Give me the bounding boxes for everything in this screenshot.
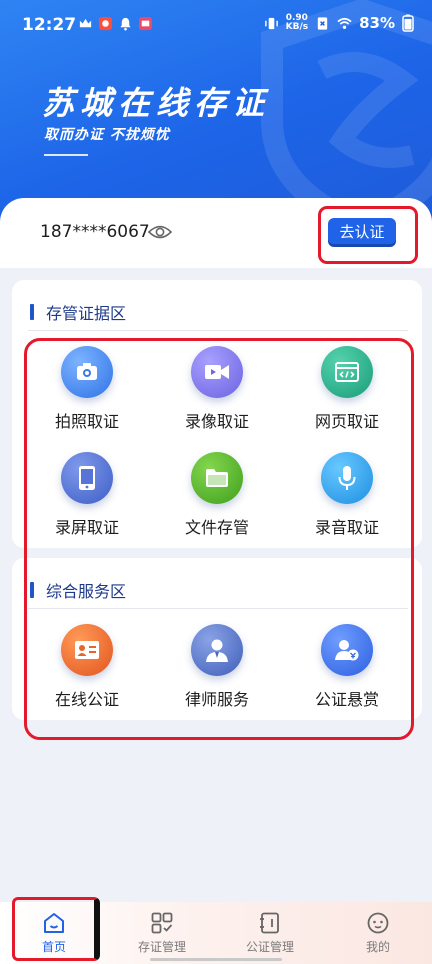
- masked-phone-number: 187****6067: [40, 222, 150, 242]
- nav-item-mine[interactable]: 我的: [324, 902, 432, 964]
- smiley-icon: [367, 912, 389, 934]
- bell-icon: [120, 17, 131, 31]
- network-speed: 0.90 KB/s: [286, 14, 308, 32]
- highlight-box-function-grid: [24, 338, 414, 740]
- highlight-box-verify: [318, 206, 418, 264]
- title-underline: [44, 154, 88, 156]
- app-title: 苏城在线存证: [42, 84, 271, 122]
- nav-label: 我的: [365, 940, 390, 954]
- divider: [28, 330, 408, 331]
- nav-label: 公证管理: [245, 940, 294, 954]
- app-badge-icon-2: [138, 16, 153, 31]
- status-right: 0.90 KB/s 83%: [264, 14, 414, 32]
- panel-title: 存管证据区: [30, 300, 126, 324]
- battery-level: 83%: [359, 14, 395, 32]
- evidence-section-title: 存管证据区: [46, 304, 127, 323]
- notification-icons: [78, 16, 153, 31]
- status-bar: 12:27 0.90 KB/s 83%: [0, 0, 432, 52]
- eye-icon[interactable]: [148, 222, 172, 242]
- nav-item-notary-management[interactable]: 公证管理: [216, 902, 324, 964]
- battery-icon: [402, 14, 414, 32]
- title-accent-bar: [30, 304, 34, 320]
- home-indicator: [150, 958, 282, 961]
- notebook-icon: [260, 912, 279, 934]
- status-time: 12:27: [22, 15, 77, 35]
- vibrate-icon: [264, 17, 278, 29]
- nav-item-evidence-management[interactable]: 存证管理: [108, 902, 216, 964]
- no-sim-icon: [317, 16, 328, 30]
- crown-icon: [79, 18, 92, 28]
- wifi-icon: [337, 17, 352, 29]
- app-slogan: 取而办证 不扰烦忧: [44, 127, 170, 143]
- grid-check-icon: [151, 912, 173, 934]
- network-speed-unit: KB/s: [285, 22, 309, 32]
- app-badge-icon: [98, 16, 113, 31]
- nav-label: 存证管理: [137, 940, 186, 954]
- highlight-box-home-tab: [12, 897, 100, 961]
